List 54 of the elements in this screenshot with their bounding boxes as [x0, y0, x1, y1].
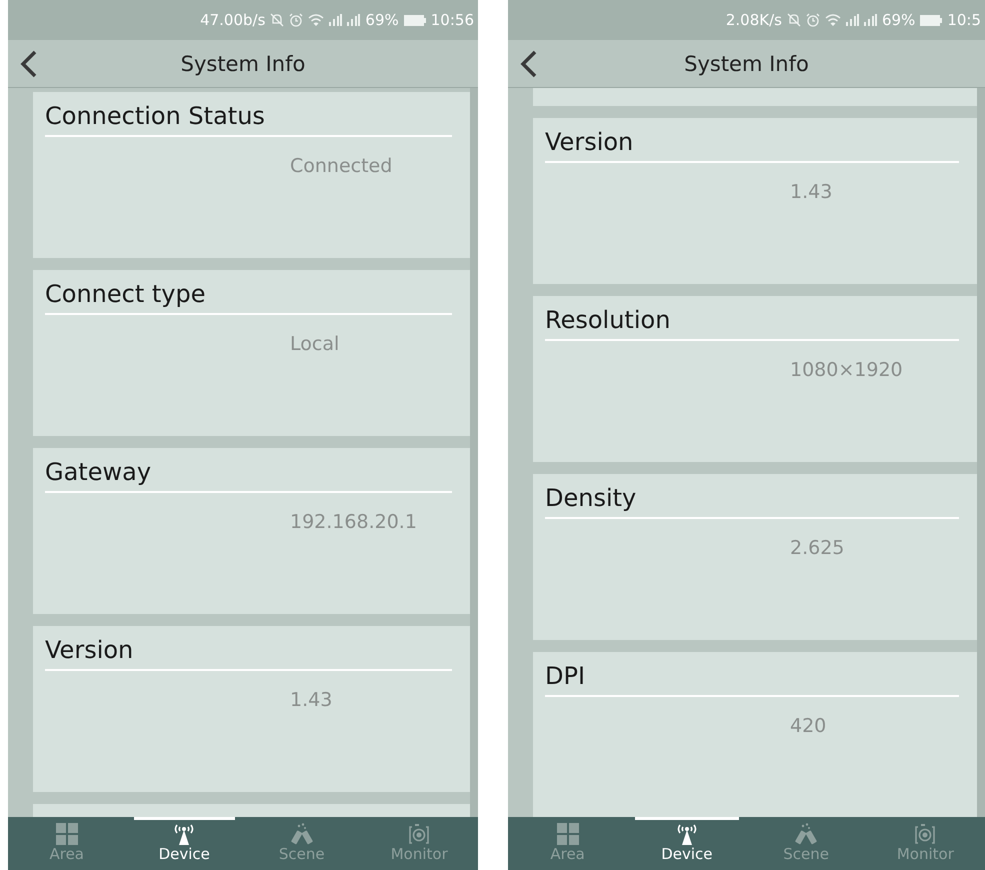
info-label: Gateway [45, 458, 452, 493]
info-value: 2.625 [790, 537, 846, 559]
battery-icon [920, 14, 942, 26]
muted-bell-icon [270, 13, 284, 27]
grid-icon [556, 823, 579, 845]
screen-title: System Info [180, 52, 306, 76]
info-label: Resolution [545, 306, 959, 341]
muted-bell-icon [786, 13, 801, 27]
info-label: Version [45, 636, 452, 671]
clock-time: 10:56 [430, 11, 474, 29]
camera-icon [913, 823, 938, 845]
clock-time: 10:5 [947, 11, 981, 29]
signal-icon [846, 14, 859, 26]
wifi-icon [824, 14, 841, 26]
nav-tab[interactable]: Monitor [866, 817, 985, 870]
bottles-icon [794, 823, 818, 845]
nav-tab[interactable]: Scene [243, 817, 360, 870]
info-value: Local [290, 333, 340, 355]
info-label: Connect type [45, 280, 452, 315]
signal-icon [329, 14, 342, 26]
info-label: Connection Status [45, 102, 452, 137]
antenna-icon [172, 823, 196, 845]
info-label: Density [545, 484, 959, 519]
info-label: Version [545, 128, 959, 163]
info-value: 1.43 [790, 181, 834, 203]
info-value: 192.168.20.1 [290, 511, 418, 533]
info-label: DPI [545, 662, 959, 697]
battery-percent: 69% [365, 11, 399, 29]
back-icon [19, 50, 39, 78]
bottles-icon [290, 823, 314, 845]
nav-tab[interactable]: Area [8, 817, 126, 870]
nav-tab[interactable]: Device [627, 817, 746, 870]
camera-icon [407, 823, 432, 845]
info-value: 420 [790, 715, 828, 737]
alarm-icon [806, 13, 820, 27]
signal-icon [864, 14, 877, 26]
screen-title: System Info [683, 52, 810, 76]
nav-tab[interactable]: Area [508, 817, 628, 870]
network-speed: 2.08K/s [726, 11, 782, 29]
alarm-icon [289, 13, 304, 27]
nav-tab[interactable]: Device [126, 817, 243, 870]
info-value: 1080×1920 [790, 359, 904, 381]
battery-percent: 69% [882, 11, 916, 29]
nav-tab[interactable]: Monitor [360, 817, 478, 870]
battery-icon [404, 14, 426, 26]
grid-icon [56, 823, 78, 845]
info-value: Connected [290, 155, 394, 177]
info-value: 1.43 [290, 689, 334, 711]
signal-icon [347, 14, 360, 26]
wifi-icon [308, 14, 324, 26]
back-icon [519, 50, 539, 78]
nav-tab[interactable]: Scene [746, 817, 866, 870]
antenna-icon [674, 823, 699, 845]
network-speed: 47.00b/s [200, 11, 266, 29]
